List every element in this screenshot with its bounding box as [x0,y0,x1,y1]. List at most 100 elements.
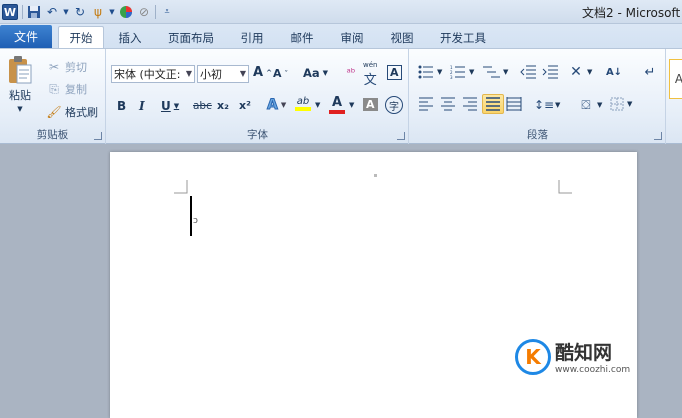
subscript-label: x₂ [217,99,229,112]
underline-dropdown-icon[interactable]: ▼ [174,102,179,110]
format-painter-button[interactable]: 🖌 格式刷 [46,104,98,120]
clipboard-launcher-icon[interactable] [94,132,102,140]
copy-button[interactable]: ⎘ 复制 [46,81,87,97]
sort-icon: A↓ [605,66,623,78]
font-color-button[interactable]: A [329,95,345,114]
title-bar: W ↶ ▼ ↻ ψ ▼ ⊘ ⩡ 文档2 - Microsoft [0,0,682,24]
distributed-button[interactable] [506,97,522,111]
copy-label: 复制 [65,83,87,96]
tab-home[interactable]: 开始 [58,26,104,48]
shrink-font-button[interactable]: Aˇ [273,67,288,80]
line-spacing-dropdown-icon[interactable]: ▼ [555,101,560,109]
grow-font-button[interactable]: A ^ [253,65,272,80]
tab-insert[interactable]: 插入 [110,27,150,48]
font-size-dropdown-icon[interactable]: ▼ [240,69,246,78]
text-effects-button[interactable]: A ▼ [267,97,287,114]
highlight-button[interactable]: ab [295,96,311,111]
customize-icon[interactable]: ⩡ [160,4,174,20]
watermark-text: 酷知网 www.coozhi.com [555,338,630,375]
style-preview[interactable]: A [669,59,682,99]
char-shading-button[interactable]: A [363,98,378,111]
strikethrough-button[interactable]: abc [193,100,212,112]
watermark-logo-icon: K [515,338,551,375]
draw-icon[interactable]: ⊘ [137,4,151,20]
save-icon[interactable] [27,4,41,20]
line-spacing-button[interactable]: ↕≡ ▼ [534,97,560,113]
font-launcher-icon[interactable] [397,132,405,140]
tab-file[interactable]: 文件 [0,25,52,48]
borders-dropdown-icon[interactable]: ▼ [627,100,632,108]
text-cursor [190,196,192,236]
multilevel-dropdown-icon[interactable]: ▼ [503,68,508,76]
numbering-button[interactable]: 123 ▼ [450,65,474,79]
chinese-layout-dropdown-icon[interactable]: ▼ [587,68,592,76]
tab-page-layout[interactable]: 页面布局 [160,27,222,48]
justify-button[interactable] [482,94,504,114]
strikethrough-label: abc [193,100,212,112]
clear-format-icon: ᵃᵇ [346,65,356,79]
chinese-layout-button[interactable]: ✕ ▼ [568,64,592,80]
undo-dropdown-icon[interactable]: ▼ [63,4,69,20]
sort-button[interactable]: A↓ [606,64,622,80]
clear-format-button[interactable]: ᵃᵇ [343,64,359,80]
font-group: 宋体 (中文正: ▼ 小初 ▼ A^ Aˇ Aa ▼ ᵃᵇ wén 文 A B [107,49,409,144]
highlight-dropdown-icon[interactable]: ▼ [315,101,320,109]
change-case-button[interactable]: Aa ▼ [303,66,328,80]
highlight-color-bar [295,107,311,111]
multilevel-list-button[interactable]: ▼ [482,65,508,79]
enclose-char-label: 字 [389,101,399,113]
align-center-button[interactable] [440,97,456,111]
numbering-icon: 123 [450,65,465,79]
phonetic-guide-button[interactable]: wén 文 [363,61,377,88]
change-case-dropdown-icon[interactable]: ▼ [323,69,328,77]
document-page[interactable] [110,152,637,418]
show-marks-button[interactable]: ↵ [642,64,658,80]
paste-button[interactable]: 粘贴 ▼ [6,55,34,113]
bullets-button[interactable]: ▼ [418,65,442,79]
tab-review[interactable]: 审阅 [332,27,372,48]
align-left-button[interactable] [418,97,434,111]
highlight-label: ab [296,96,310,107]
cut-button[interactable]: ✂ 剪切 [46,59,87,75]
text-effects-dropdown-icon[interactable]: ▼ [281,101,286,109]
paragraph-group-label: 段落 [527,129,548,141]
superscript-button[interactable]: x² [239,99,251,112]
color-icon[interactable] [119,4,133,20]
decrease-indent-icon [520,65,536,79]
tab-developer[interactable]: 开发工具 [432,27,494,48]
numbering-dropdown-icon[interactable]: ▼ [469,68,474,76]
shading-button[interactable]: ⛋ ▼ [578,97,602,113]
align-right-button[interactable] [462,97,478,111]
paragraph-launcher-icon[interactable] [654,132,662,140]
decrease-indent-button[interactable] [520,65,536,79]
paste-dropdown-icon[interactable]: ▼ [17,105,22,113]
tab-view[interactable]: 视图 [382,27,422,48]
redo-icon[interactable]: ↻ [73,4,87,20]
font-name-combo[interactable]: 宋体 (中文正: ▼ [111,65,195,83]
tab-mailings[interactable]: 邮件 [282,27,322,48]
font-color-dropdown-icon[interactable]: ▼ [349,101,354,109]
increase-indent-icon [542,65,558,79]
word-logo-icon[interactable]: W [2,4,18,20]
enclose-char-button[interactable]: 字 [385,96,403,114]
bold-button[interactable]: B [117,99,126,113]
svg-text:3: 3 [450,75,453,79]
format-painter-icon[interactable]: ψ [91,4,105,20]
tab-references[interactable]: 引用 [232,27,272,48]
shading-dropdown-icon[interactable]: ▼ [597,101,602,109]
underline-button[interactable]: U ▼ [161,99,179,113]
font-name-dropdown-icon[interactable]: ▼ [186,69,192,78]
paste-icon [9,56,32,84]
increase-indent-button[interactable] [542,65,558,79]
format-dropdown-icon[interactable]: ▼ [109,4,115,20]
paste-label: 粘贴 [9,89,31,102]
bullets-dropdown-icon[interactable]: ▼ [437,68,442,76]
undo-icon[interactable]: ↶ [45,4,59,20]
font-size-value: 小初 [200,68,222,81]
window-title: 文档2 - Microsoft [582,6,681,20]
char-border-button[interactable]: A [387,65,402,80]
font-size-combo[interactable]: 小初 ▼ [197,65,249,83]
subscript-button[interactable]: x₂ [217,99,229,112]
borders-button[interactable]: ▼ [610,97,632,111]
italic-button[interactable]: I [139,99,145,113]
